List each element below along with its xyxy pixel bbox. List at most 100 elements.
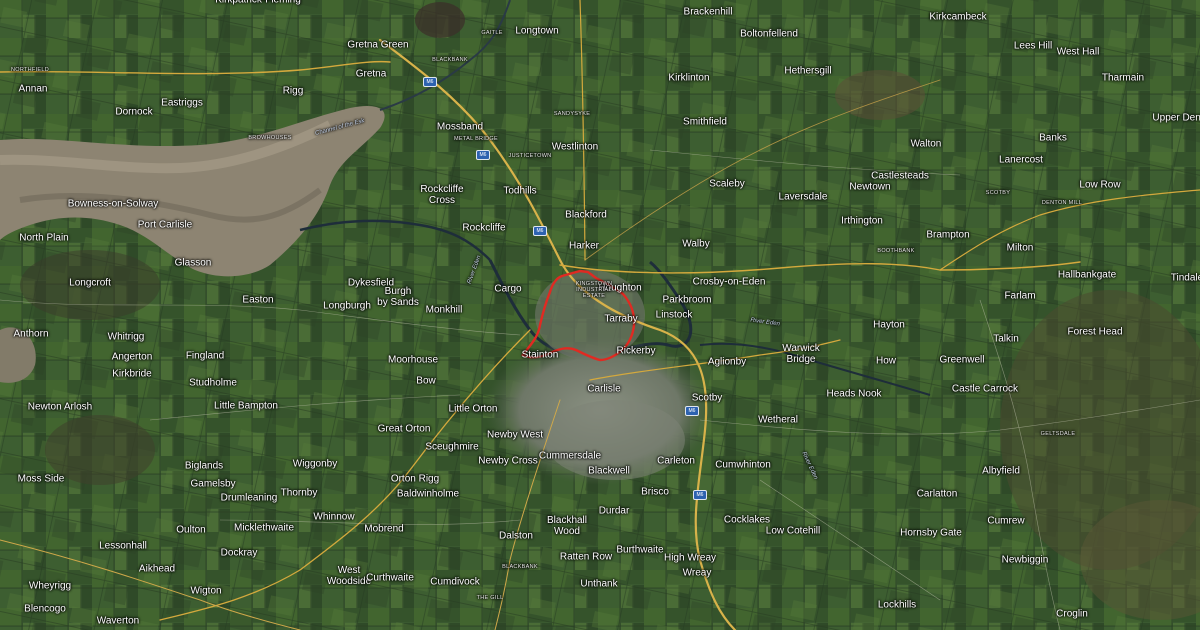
place-label-brackenhill: Brackenhill bbox=[683, 6, 733, 18]
place-label-justicetown: JUSTICETOWN bbox=[508, 153, 552, 159]
place-label-irthington: Irthington bbox=[841, 215, 883, 227]
place-label-cocklakes: Cocklakes bbox=[723, 514, 771, 526]
place-label-boltonfellend: Boltonfellend bbox=[740, 28, 798, 40]
place-label-anthorn: Anthorn bbox=[13, 328, 49, 340]
place-label-gretna: Gretna bbox=[355, 68, 387, 80]
place-label-unthank: Unthank bbox=[580, 578, 618, 590]
place-label-great-orton: Great Orton bbox=[377, 423, 431, 435]
place-label-waverton: Waverton bbox=[96, 615, 140, 627]
place-label-thornby: Thornby bbox=[280, 487, 318, 499]
place-label-moorhouse: Moorhouse bbox=[387, 354, 439, 366]
place-label-wigton: Wigton bbox=[190, 585, 222, 597]
place-label-scuggimire: Sceughmire bbox=[425, 441, 479, 453]
place-label-whinnow: Whinnow bbox=[313, 511, 355, 523]
place-label-little-orton: Little Orton bbox=[448, 403, 498, 415]
place-label-annan: Annan bbox=[18, 83, 48, 95]
place-label-longcroft: Longcroft bbox=[69, 277, 111, 289]
place-label-high-wreay: High Wreay bbox=[663, 552, 717, 564]
place-label-monkhill: Monkhill bbox=[425, 304, 463, 316]
place-label-studholme: Studholme bbox=[189, 377, 237, 389]
place-label-milton: Milton bbox=[1006, 242, 1034, 254]
place-label-smithfield: Smithfield bbox=[683, 116, 727, 128]
place-label-curthwaite: Curthwaite bbox=[366, 572, 414, 584]
place-label-low-cotehill: Low Cotehill bbox=[765, 525, 821, 537]
place-label-newby-cross: Newby Cross bbox=[478, 455, 538, 467]
place-label-blackford: Blackford bbox=[565, 209, 607, 221]
place-label-carlisle: Carlisle bbox=[587, 383, 621, 395]
place-label-harker: Harker bbox=[568, 240, 600, 252]
place-label-angerton: Angerton bbox=[111, 351, 153, 363]
place-label-geltsdale: GELTSDALE bbox=[1040, 431, 1076, 437]
place-label-how: How bbox=[875, 355, 897, 367]
place-label-rockcliffe: Rockcliffe bbox=[462, 222, 506, 234]
place-label-ratten-row: Ratten Row bbox=[559, 551, 613, 563]
place-label-albyfield: Albyfield bbox=[982, 465, 1020, 477]
place-label-cargo: Cargo bbox=[494, 283, 522, 295]
place-label-northfield: NORTHFIELD bbox=[10, 67, 50, 73]
place-label-burgh-by-sands: Burgh by Sands bbox=[377, 286, 419, 308]
place-label-carlatton: Carlatton bbox=[916, 488, 958, 500]
place-label-tarraby: Tarraby bbox=[604, 313, 638, 325]
place-label-fingland: Fingland bbox=[185, 350, 225, 362]
place-label-warwick-bridge: Warwick Bridge bbox=[782, 343, 820, 365]
place-label-cumdivock: Cumdivock bbox=[430, 576, 480, 588]
place-label-walton: Walton bbox=[910, 138, 942, 150]
place-label-hallbankgate: Hallbankgate bbox=[1057, 269, 1117, 281]
place-label-port-carlisle: Port Carlisle bbox=[137, 219, 193, 231]
place-label-wreay: Wreay bbox=[682, 567, 712, 579]
place-label-lanercost: Lanercost bbox=[999, 154, 1043, 166]
place-label-banks: Banks bbox=[1039, 132, 1067, 144]
place-label-newbiggin: Newbiggin bbox=[1001, 554, 1049, 566]
place-label-burthwaite: Burthwaite bbox=[616, 544, 664, 556]
place-label-newtown: Newtown bbox=[849, 181, 891, 193]
place-label-rigg: Rigg bbox=[282, 85, 304, 97]
place-label-hornsby-gate: Hornsby Gate bbox=[900, 527, 962, 539]
place-label-longtown: Longtown bbox=[515, 25, 559, 37]
place-label-hayton: Hayton bbox=[873, 319, 905, 331]
place-label-eastriggs: Eastriggs bbox=[161, 97, 203, 109]
place-label-kirkcambeck: Kirkcambeck bbox=[929, 11, 987, 23]
place-label-mobrend: Mobrend bbox=[364, 523, 404, 535]
place-label-blackhall-wood: Blackhall Wood bbox=[546, 515, 588, 537]
place-label-drumleaning: Drumleaning bbox=[220, 492, 278, 504]
place-label-blackbank: BLACKBANK bbox=[432, 57, 468, 63]
place-label-cumwhinton: Cumwhinton bbox=[715, 459, 771, 471]
place-label-bowness-on-solway: Bowness-on-Solway bbox=[67, 198, 159, 210]
place-label-gaitle: GAITLE bbox=[481, 30, 503, 36]
place-label-boothbank: BOOTHBANK bbox=[877, 248, 915, 254]
place-label-laversdale: Laversdale bbox=[778, 191, 828, 203]
place-label-brow-houses: BROWHOUSES bbox=[248, 135, 292, 141]
place-label-rickerby: Rickerby bbox=[616, 345, 656, 357]
place-label-north-plain: North Plain bbox=[19, 232, 69, 244]
place-label-moss-side: Moss Side bbox=[17, 473, 65, 485]
place-label-west-hall: West Hall bbox=[1056, 46, 1100, 58]
place-label-newton-arlosh: Newton Arlosh bbox=[27, 401, 93, 413]
place-label-todhills: Todhills bbox=[503, 185, 537, 197]
place-label-kirkbride: Kirkbride bbox=[112, 368, 152, 380]
place-label-baldwinholme: Baldwinholme bbox=[396, 488, 460, 500]
place-label-dornock: Dornock bbox=[115, 106, 153, 118]
satellite-map[interactable]: Kirkpatrick-Fleming Brackenhill Kirkcambec… bbox=[0, 0, 1200, 630]
place-label-tharmain: Tharmain bbox=[1101, 72, 1145, 84]
place-label-hethersgill: Hethersgill bbox=[784, 65, 832, 77]
place-label-cummersdale: Cummersdale bbox=[538, 450, 602, 462]
place-label-sandysyke: SANDYSYKE bbox=[553, 111, 591, 117]
place-label-scotby-north: SCOTBY bbox=[985, 190, 1011, 196]
place-label-stainton: Stainton bbox=[521, 349, 559, 361]
place-label-croglin: Croglin bbox=[1056, 608, 1088, 620]
place-label-carleton: Carleton bbox=[657, 455, 695, 467]
place-label-brampton: Brampton bbox=[926, 229, 970, 241]
place-label-brisco: Brisco bbox=[641, 486, 669, 498]
place-label-westlinton: Westlinton bbox=[551, 141, 599, 153]
place-label-denton-mill: DENTON MILL bbox=[1041, 200, 1083, 206]
place-label-kirkpatrick-fleming: Kirkpatrick-Fleming bbox=[215, 0, 301, 6]
place-label-little-bampton: Little Bampton bbox=[214, 400, 278, 412]
place-label-cumrew: Cumrew bbox=[987, 515, 1025, 527]
place-label-kirklinton: Kirklinton bbox=[668, 72, 710, 84]
place-label-whitrigg: Whitrigg bbox=[107, 331, 145, 343]
place-label-longburgh: Longburgh bbox=[323, 300, 371, 312]
place-label-lockhills: Lockhills bbox=[877, 599, 917, 611]
motorway-shield-m6-b: M6 bbox=[476, 150, 490, 160]
place-label-lessonhall: Lessonhall bbox=[99, 540, 147, 552]
place-label-castlesteads: Castlesteads bbox=[871, 170, 929, 182]
